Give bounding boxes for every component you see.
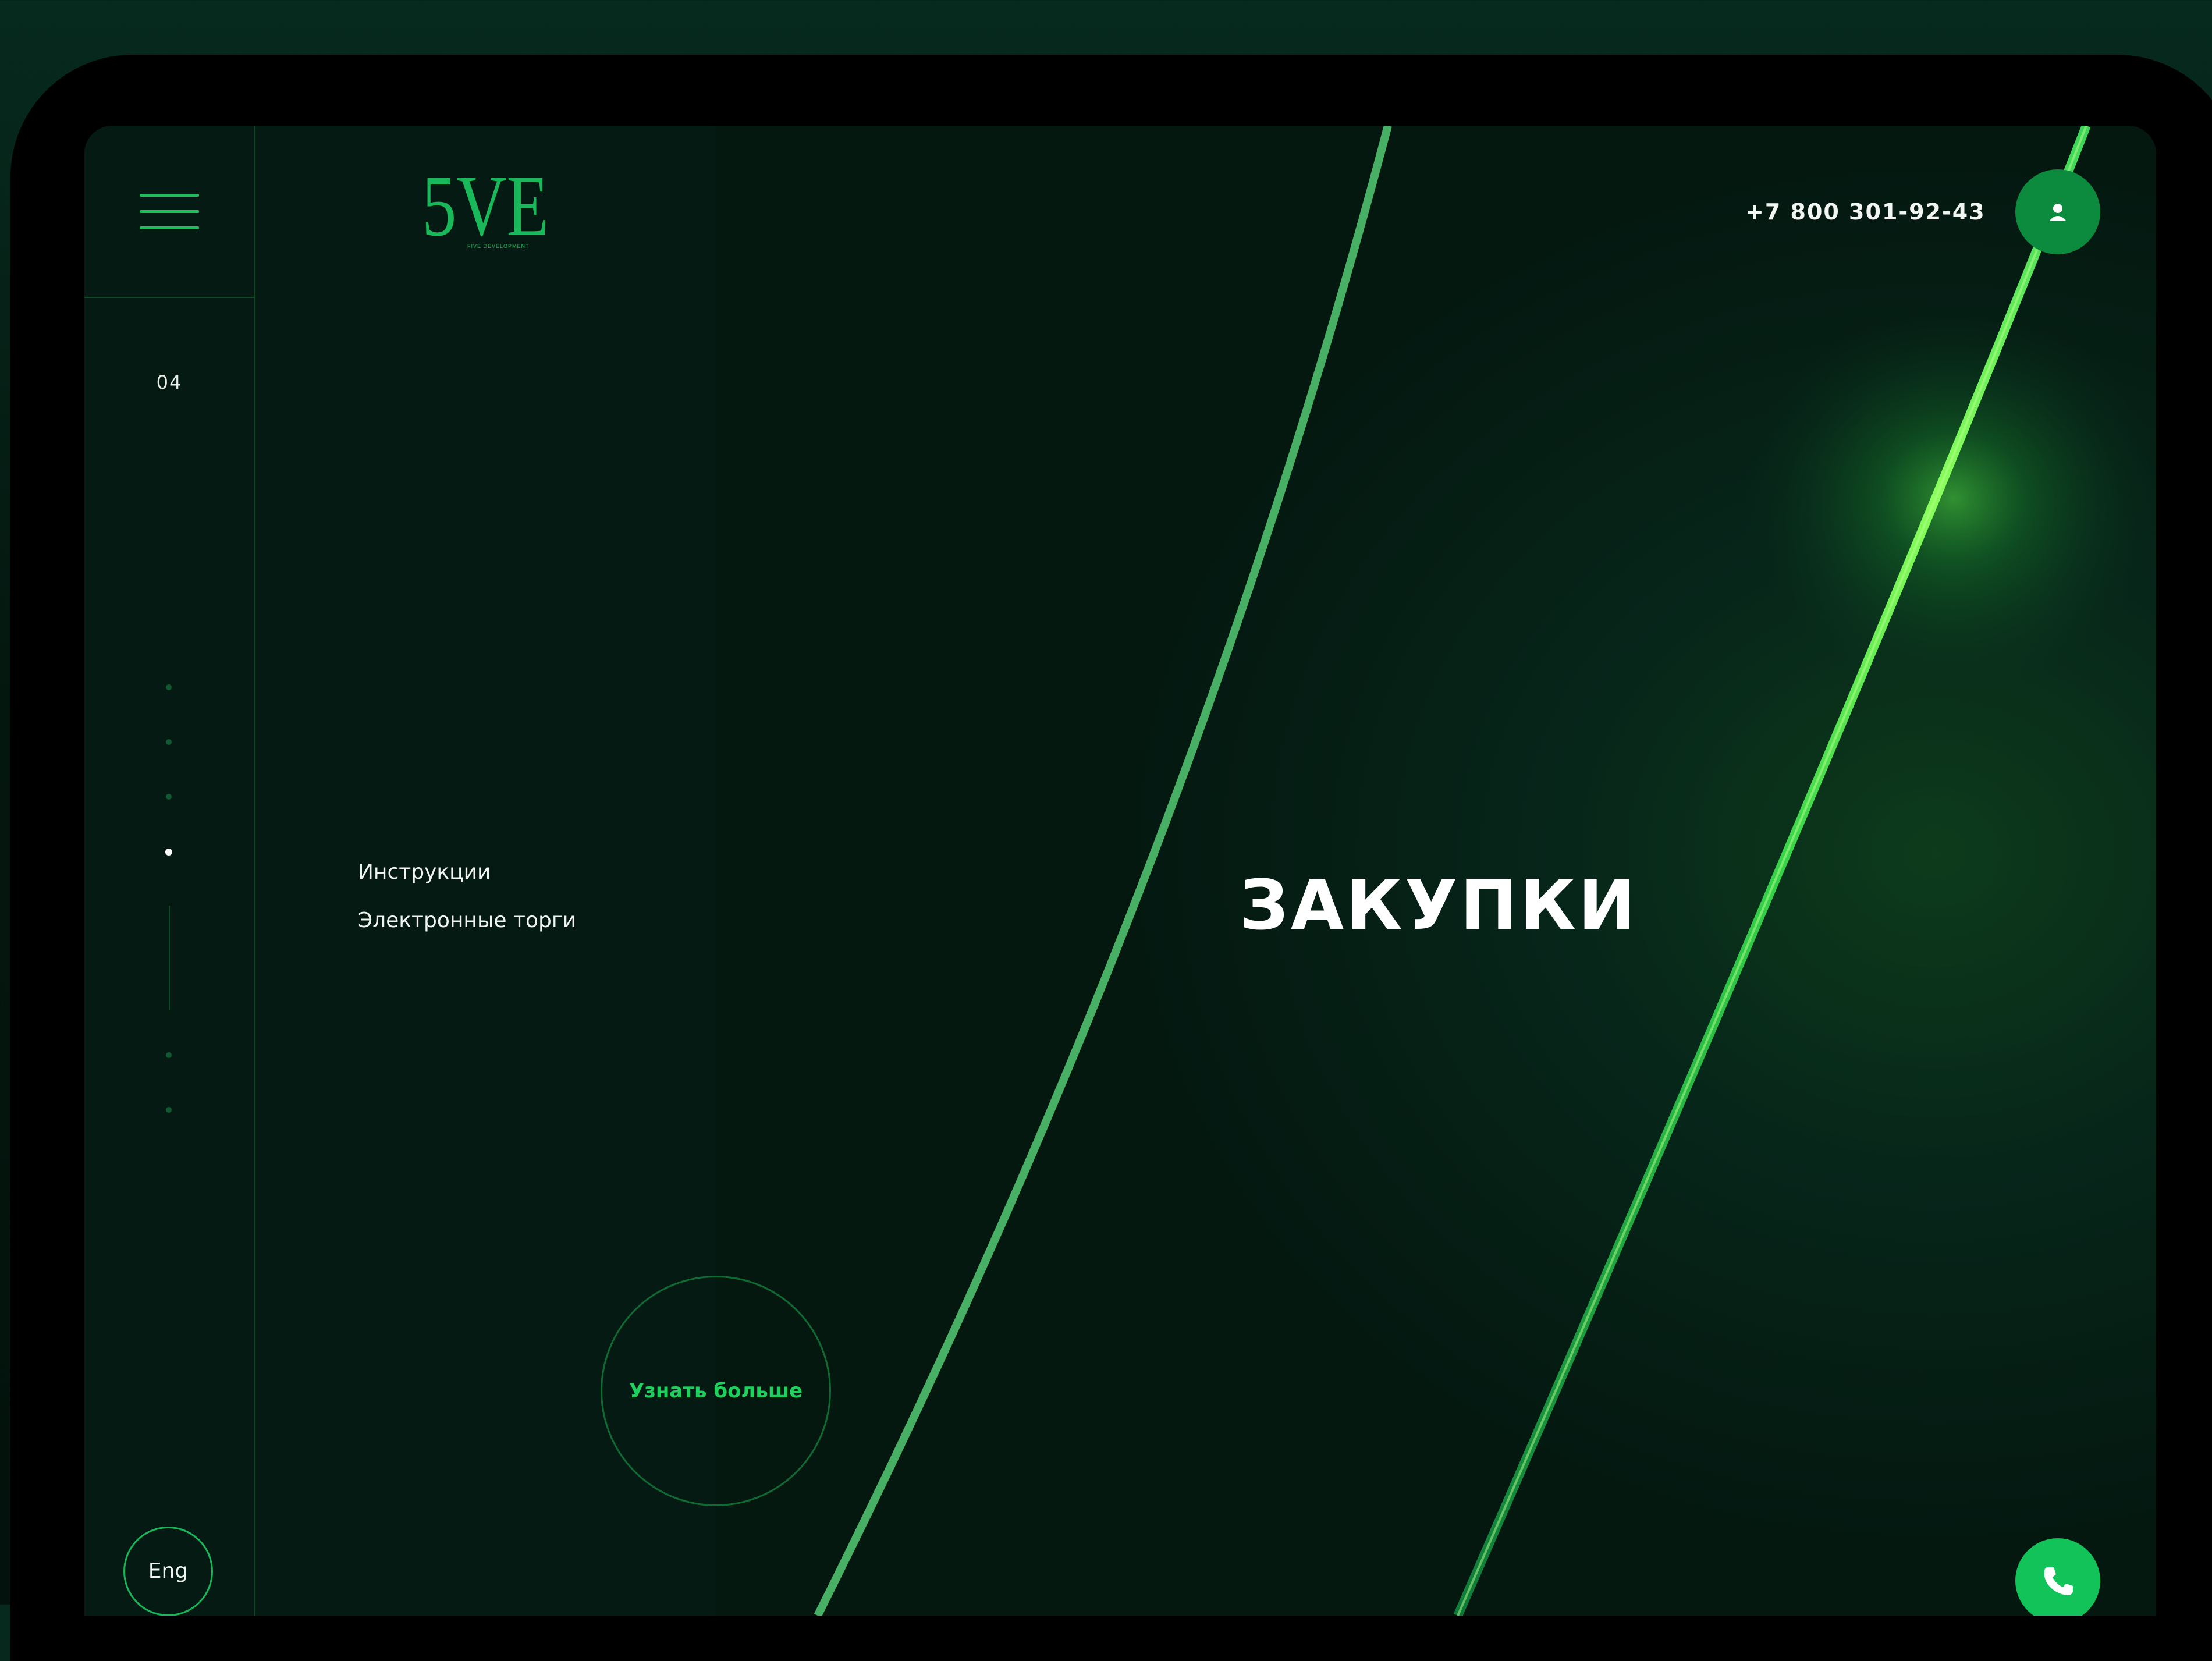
user-account-button[interactable] (2015, 169, 2100, 254)
section-links: Инструкции Электронные торги (358, 860, 576, 957)
link-electronic-tenders[interactable]: Электронные торги (358, 908, 576, 932)
language-button[interactable]: Eng (123, 1527, 213, 1616)
slide-dot-active[interactable] (165, 849, 172, 856)
slide-dot[interactable] (166, 739, 172, 745)
slide-dot[interactable] (166, 1052, 172, 1058)
hamburger-menu-icon[interactable] (140, 194, 199, 230)
slide-dot[interactable] (166, 684, 172, 690)
logo[interactable]: 5VE FIVE DEVELOPMENT (422, 161, 550, 254)
slide-dot[interactable] (166, 794, 172, 800)
page-title: ЗАКУПКИ (1240, 865, 1638, 945)
learn-more-button[interactable]: Узнать больше (601, 1276, 831, 1506)
sidebar-header (84, 126, 254, 298)
slide-dot[interactable] (166, 1107, 172, 1113)
slide-progress-line (169, 906, 170, 1010)
call-button[interactable] (2015, 1538, 2100, 1616)
sidebar: 04 Eng (84, 126, 255, 1616)
page-screen: 04 Eng 5VE FIVE DEVELOPMENT Инструкции Э… (84, 126, 2156, 1616)
svg-text:FIVE DEVELOPMENT: FIVE DEVELOPMENT (467, 243, 530, 249)
user-icon (2050, 204, 2066, 221)
svg-text:5VE: 5VE (422, 161, 549, 254)
slide-number: 04 (156, 371, 183, 393)
phone-icon (2044, 1567, 2073, 1595)
phone-number[interactable]: +7 800 301-92-43 (1745, 199, 1986, 225)
link-instructions[interactable]: Инструкции (358, 860, 576, 884)
